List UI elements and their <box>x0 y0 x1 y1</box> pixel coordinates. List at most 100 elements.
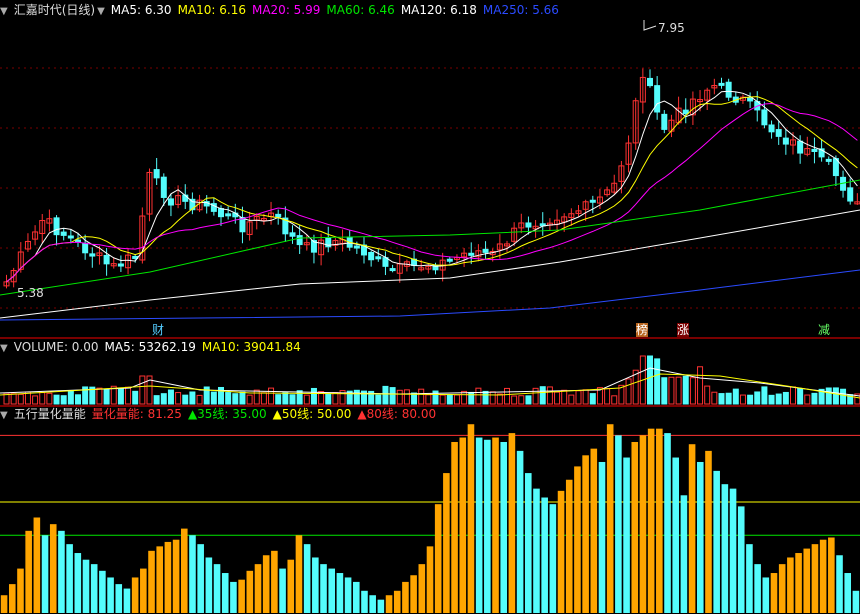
indicator-bar <box>475 437 483 613</box>
indicator-bar <box>828 537 835 613</box>
ma250-line <box>0 269 860 321</box>
indicator-bar <box>58 530 65 613</box>
volume-bar <box>153 395 160 405</box>
volume-bar <box>511 395 518 405</box>
low-price-label: 5.38 <box>17 286 44 300</box>
indicator-main-label: 量化量能: 81.25 <box>91 407 182 421</box>
indicator-bar <box>115 584 123 613</box>
indicator-bar <box>344 577 352 613</box>
indicator-bar <box>467 424 475 613</box>
volume-bar <box>382 385 389 405</box>
volume-bar <box>682 375 689 405</box>
settings-icon[interactable]: ▼ <box>97 6 105 17</box>
marker-ranking[interactable]: 榜 <box>636 323 649 337</box>
candle-body <box>718 82 725 86</box>
indicator-bar <box>639 435 647 613</box>
volume-bar <box>53 394 60 405</box>
marker-finance[interactable]: 财 <box>152 323 164 337</box>
indicator-bar <box>0 595 8 613</box>
volume-bar <box>797 388 804 405</box>
indicator-bar <box>254 564 262 613</box>
volume-bar <box>96 387 103 405</box>
indicator-bar <box>393 590 401 613</box>
volume-bar <box>782 391 789 405</box>
indicator-bar <box>74 553 82 613</box>
volume-bar <box>446 394 453 405</box>
candle-body <box>782 137 789 145</box>
candle-body <box>117 263 124 267</box>
volume-bar <box>296 390 303 405</box>
volume-bar <box>768 394 775 405</box>
indicator-chart[interactable] <box>0 406 860 614</box>
volume-bar <box>75 394 81 405</box>
candle-body <box>289 232 296 237</box>
volume-bar <box>840 388 847 405</box>
indicator-bar <box>402 581 409 613</box>
indicator-panel[interactable]: ▼ 五行量化量能 量化量能: 81.25 ▲35线: 35.00 ▲50线: 50.00… <box>0 406 860 614</box>
marker-limit-up[interactable]: 涨 <box>677 323 690 337</box>
volume-bar <box>325 393 332 405</box>
candle-body <box>525 222 532 228</box>
volume-bar <box>353 389 360 405</box>
volume-bar <box>182 394 189 405</box>
volume-panel[interactable]: ▼ VOLUME: 0.00 MA5: 53262.19 MA10: 39041.84 <box>0 338 860 406</box>
volume-bar <box>575 390 582 405</box>
indicator-bar <box>492 437 499 613</box>
indicator-bar <box>598 461 606 613</box>
indicator-bar <box>271 550 278 613</box>
volume-bar <box>67 390 74 405</box>
indicator-bar <box>8 584 16 613</box>
collapse-icon[interactable]: ▼ <box>0 410 8 421</box>
volume-bar <box>725 392 732 405</box>
candlestick-chart[interactable] <box>0 0 860 338</box>
candle-body <box>725 81 732 98</box>
indicator-bar <box>819 539 827 613</box>
marker-reduce[interactable]: 减 <box>818 323 830 337</box>
indicator-bar <box>549 504 557 613</box>
ma120-label: MA120: 6.18 <box>400 3 477 17</box>
volume-bar <box>310 387 317 405</box>
volume-bar <box>418 388 425 405</box>
indicator-bar <box>140 568 147 613</box>
candle-body <box>482 248 489 253</box>
indicator-bar <box>336 573 344 613</box>
indicator-bar <box>123 588 131 613</box>
volume-bar <box>246 394 253 405</box>
collapse-icon[interactable]: ▼ <box>0 6 8 17</box>
collapse-icon[interactable]: ▼ <box>0 343 8 354</box>
candle-body <box>296 235 303 246</box>
candle-body <box>847 187 854 202</box>
indicator-bar <box>49 524 57 613</box>
volume-bar <box>46 392 53 405</box>
volume-bar <box>375 394 382 405</box>
candle-body <box>682 109 689 115</box>
volume-bar <box>811 392 818 405</box>
volume-bar <box>303 394 310 405</box>
volume-bar <box>504 387 510 405</box>
volume-label: VOLUME: 0.00 <box>13 340 99 354</box>
indicator-bar <box>680 495 688 613</box>
ma20-label: MA20: 5.99 <box>251 3 321 17</box>
volume-bar <box>539 386 546 405</box>
price-panel[interactable]: ▼ 汇嘉时代(日线) ▼ MA5: 6.30 MA10: 6.16 MA20: 5.99 M… <box>0 0 860 338</box>
volume-bar <box>175 392 182 405</box>
indicator-bar <box>246 570 254 613</box>
indicator-bar <box>836 555 843 613</box>
indicator-bar <box>238 579 245 613</box>
volume-bar <box>160 393 167 405</box>
ma5-line <box>6 90 858 283</box>
volume-bar <box>167 389 174 405</box>
indicator-header: ▼ 五行量化量能 量化量能: 81.25 ▲35线: 35.00 ▲50线: 50.00… <box>0 406 442 422</box>
indicator-bar <box>164 541 172 613</box>
indicator-bar <box>623 457 630 613</box>
indicator-bar <box>66 544 73 613</box>
volume-bar <box>268 387 275 405</box>
indicator-bar <box>418 564 426 613</box>
indicator-bar <box>787 557 794 613</box>
indicator-bar <box>262 555 270 613</box>
price-header: ▼ 汇嘉时代(日线) ▼ MA5: 6.30 MA10: 6.16 MA20: 5.99 M… <box>0 2 565 18</box>
indicator-bar <box>844 573 852 613</box>
volume-bar <box>604 388 611 405</box>
volume-bar <box>282 392 289 405</box>
ma250-label: MA250: 5.66 <box>482 3 559 17</box>
